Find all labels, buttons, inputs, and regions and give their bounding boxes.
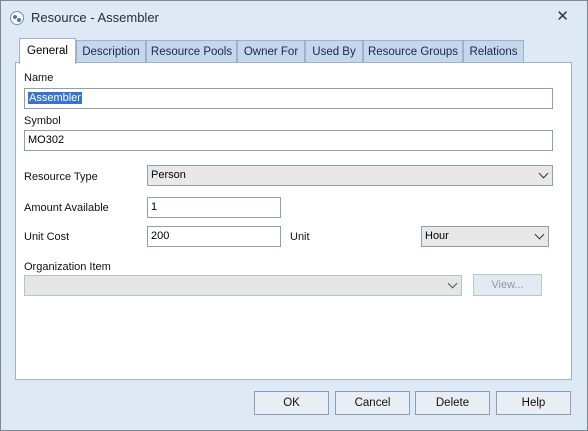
general-panel [15, 62, 572, 380]
resource-type-label: Resource Type [24, 171, 98, 183]
tab-used-by[interactable]: Used By [305, 40, 363, 62]
organization-item-label: Organization Item [24, 261, 111, 273]
delete-button[interactable]: Delete [415, 391, 490, 415]
tab-relations[interactable]: Relations [463, 40, 524, 62]
organization-item-select[interactable] [24, 275, 462, 296]
help-button[interactable]: Help [496, 391, 571, 415]
title-bar: Resource - Assembler ✕ [1, 1, 587, 33]
tab-resource-groups[interactable]: Resource Groups [363, 40, 463, 62]
unit-cost-label: Unit Cost [24, 231, 70, 243]
tab-general[interactable]: General [19, 38, 76, 64]
cancel-button[interactable]: Cancel [335, 391, 410, 415]
chevron-down-icon [538, 168, 549, 179]
unit-select[interactable]: Hour [421, 226, 549, 247]
ok-button[interactable]: OK [254, 391, 329, 415]
name-value: Assembler [28, 92, 82, 104]
name-label: Name [24, 72, 54, 84]
unit-label: Unit [290, 231, 310, 243]
window-title: Resource - Assembler [31, 10, 159, 25]
symbol-field[interactable]: MO302 [24, 130, 553, 151]
chevron-down-icon [447, 278, 458, 289]
name-field[interactable]: Assembler [24, 88, 553, 109]
chevron-down-icon [534, 229, 545, 240]
resource-icon [10, 11, 24, 25]
tab-resource-pools[interactable]: Resource Pools [146, 40, 237, 62]
amount-available-field[interactable]: 1 [147, 197, 281, 218]
tab-description[interactable]: Description [76, 40, 146, 62]
unit-value: Hour [425, 230, 449, 242]
unit-cost-field[interactable]: 200 [147, 226, 281, 247]
tab-owner-for[interactable]: Owner For [237, 40, 305, 62]
resource-type-select[interactable]: Person [147, 165, 553, 186]
resource-type-value: Person [151, 169, 186, 181]
amount-available-label: Amount Available [24, 202, 109, 214]
view-button[interactable]: View... [473, 274, 542, 296]
close-icon[interactable]: ✕ [556, 7, 569, 25]
symbol-label: Symbol [24, 115, 61, 127]
